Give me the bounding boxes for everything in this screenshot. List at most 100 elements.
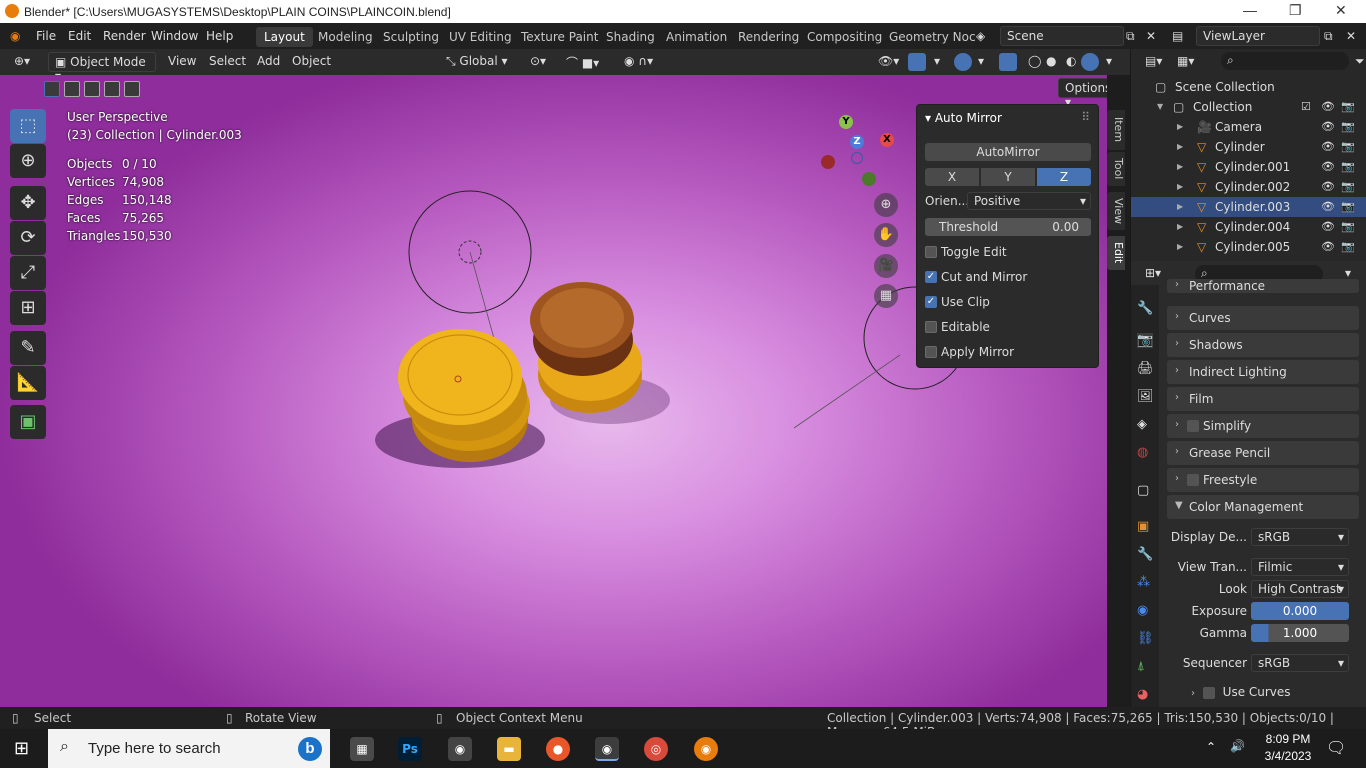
media-app-icon[interactable]: ◉ (448, 737, 472, 761)
workspace-tab-uv-editing[interactable]: UV Editing (441, 27, 520, 47)
new-viewlayer-icon[interactable]: ⧉ (1324, 29, 1333, 44)
auto-mirror-header[interactable]: ▾ Auto Mirror (925, 111, 1002, 125)
close-button[interactable]: ✕ (1335, 2, 1347, 19)
visibility-icon[interactable]: 👁▾ (872, 52, 905, 72)
expand-arrow-icon[interactable]: ▶ (1177, 162, 1183, 171)
gizmo-neg-z[interactable] (851, 152, 863, 164)
blender-active-app-icon[interactable]: ◉ (595, 737, 619, 761)
workspace-tab-compositing[interactable]: Compositing (799, 27, 890, 47)
expand-arrow-icon[interactable]: ▶ (1177, 222, 1183, 231)
panel-freestyle[interactable]: › Freestyle (1167, 468, 1359, 492)
toggle-edit-checkbox[interactable] (925, 246, 937, 258)
axis-y-button[interactable]: Y (981, 168, 1035, 186)
view-transform-dropdown[interactable]: Filmic ▾ (1251, 558, 1349, 576)
mode-dropdown[interactable]: ▣ Object Mode ▾ (48, 52, 156, 83)
menu-edit[interactable]: Edit (68, 29, 91, 43)
material-tab-icon[interactable]: ◕ (1137, 687, 1148, 702)
sidebar-tab-item[interactable]: Item (1107, 110, 1125, 150)
outliner-item[interactable]: ▶ ▽ Cylinder 👁 📷 (1131, 137, 1366, 157)
checkbox-icon[interactable]: ☑ (1301, 100, 1313, 113)
expand-arrow-icon[interactable]: ▶ (1177, 122, 1183, 131)
firefox-app-icon[interactable]: ● (546, 737, 570, 761)
scene-tab-icon[interactable]: ◈ (1137, 417, 1147, 432)
exposure-slider[interactable]: 0.000 (1251, 602, 1349, 620)
notification-icon[interactable]: 🗨 (1326, 738, 1346, 757)
object-tab-icon[interactable]: ▣ (1137, 519, 1149, 534)
overlay-toggle-icon[interactable] (954, 53, 972, 71)
editable-checkbox[interactable] (925, 321, 937, 333)
panel-color-management[interactable]: ▼ Color Management (1167, 495, 1359, 519)
workspace-tab-sculpting[interactable]: Sculpting (375, 27, 447, 47)
eye-icon[interactable]: 👁 (1321, 220, 1335, 233)
workspace-tab-animation[interactable]: Animation (658, 27, 735, 47)
volume-icon[interactable]: 🔊 (1230, 739, 1245, 753)
orientation-dropdown[interactable]: Positive ▾ (967, 192, 1091, 210)
camera-view-icon[interactable]: 🎥 (874, 254, 898, 278)
outliner-item[interactable]: ▶ 🎥 Camera 👁 📷 (1131, 117, 1366, 137)
blender-menu-icon[interactable]: ◉ (10, 29, 20, 43)
world-tab-icon[interactable]: ◍ (1137, 445, 1148, 460)
new-scene-icon[interactable]: ⧉ (1126, 29, 1135, 44)
scene-icon[interactable]: ◈ (976, 29, 985, 43)
ortho-grid-icon[interactable]: ▦ (874, 284, 898, 308)
menu-render[interactable]: Render (103, 29, 146, 43)
3d-viewport[interactable]: Options ▾ ⬚ ⊕ ✥ ⟳ ⤢ ⊞ ✎ 📐 ▣ User Perspec… (0, 75, 1107, 707)
outliner-item[interactable]: ▶ ▽ Cylinder.003 👁 📷 (1131, 197, 1366, 217)
panel-curves[interactable]: › Curves (1167, 306, 1359, 330)
workspace-tab-shading[interactable]: Shading (598, 27, 663, 47)
outliner-item[interactable]: ▶ ▽ Cylinder.002 👁 📷 (1131, 177, 1366, 197)
collection-tab-icon[interactable]: ▢ (1137, 483, 1149, 498)
properties-editor-icon[interactable]: ⊞▾ (1145, 266, 1161, 280)
transform-orientation-dropdown[interactable]: ⤡ Global ▾ (440, 52, 514, 72)
menu-file[interactable]: File (36, 29, 56, 43)
outliner-collection[interactable]: ▼ ▢ Collection ☑ 👁 📷 (1131, 97, 1366, 117)
camera-render-icon[interactable]: 📷 (1341, 140, 1355, 153)
sequencer-dropdown[interactable]: sRGB ▾ (1251, 654, 1349, 672)
calculator-app-icon[interactable]: ▦ (350, 737, 374, 761)
axis-z-button[interactable]: Z (1037, 168, 1091, 186)
eye-icon[interactable]: 👁 (1321, 180, 1335, 193)
eye-icon[interactable]: 👁 (1321, 240, 1335, 253)
eye-icon[interactable]: 👁 (1321, 160, 1335, 173)
expand-arrow-icon[interactable]: ▶ (1177, 202, 1183, 211)
panel-film[interactable]: › Film (1167, 387, 1359, 411)
taskbar-time[interactable]: 8:09 PM (1256, 732, 1320, 746)
sidebar-tab-view[interactable]: View (1107, 192, 1125, 230)
panel-drag-handle-icon[interactable]: ⠿ (1081, 110, 1090, 124)
camera-render-icon[interactable]: 📷 (1341, 220, 1355, 233)
minimize-button[interactable]: — (1243, 2, 1257, 18)
workspace-tab-texture-paint[interactable]: Texture Paint (513, 27, 606, 47)
rendered-shading-icon[interactable] (1081, 53, 1099, 71)
gizmo-neg-y[interactable] (862, 172, 876, 186)
editor-type-icon[interactable]: ⊕▾ (8, 52, 36, 72)
menu-object[interactable]: Object (286, 52, 337, 72)
scene-selector[interactable]: Scene (1000, 26, 1124, 46)
workspace-tab-rendering[interactable]: Rendering (730, 27, 807, 47)
expand-arrow-icon[interactable]: ▶ (1177, 142, 1183, 151)
camera-render-icon[interactable]: 📷 (1341, 240, 1355, 253)
viewlayer-selector[interactable]: ViewLayer (1196, 26, 1320, 46)
gizmo-x-axis[interactable]: X (880, 133, 894, 147)
proportional-edit-icon[interactable]: ◉ ∩▾ (618, 52, 659, 72)
camera-render-icon[interactable]: 📷 (1341, 160, 1355, 173)
panel-indirect-lighting[interactable]: › Indirect Lighting (1167, 360, 1359, 384)
eye-icon[interactable]: 👁 (1321, 120, 1335, 133)
eye-icon[interactable]: 👁 (1321, 140, 1335, 153)
camera-render-icon[interactable]: 📷 (1341, 200, 1355, 213)
material-shading-icon[interactable]: ◐ (1060, 52, 1082, 72)
panel-grease-pencil[interactable]: › Grease Pencil (1167, 441, 1359, 465)
outliner-filter-icon[interactable]: ▦▾ (1177, 54, 1194, 68)
sidebar-tab-edit[interactable]: Edit (1107, 236, 1125, 270)
eye-icon[interactable]: 👁 (1321, 100, 1335, 113)
gizmo-dropdown-icon[interactable]: ▾ (928, 52, 946, 72)
menu-window[interactable]: Window (151, 29, 198, 43)
bing-icon[interactable]: b (298, 737, 322, 761)
file-explorer-icon[interactable]: ▬ (497, 737, 521, 761)
tool-tab-icon[interactable]: 🔧 (1137, 301, 1153, 316)
expand-arrow-icon[interactable]: ▼ (1157, 102, 1163, 111)
menu-add[interactable]: Add (251, 52, 286, 72)
expand-arrow-icon[interactable]: ▶ (1177, 182, 1183, 191)
gizmo-z-axis[interactable]: Z (850, 135, 864, 149)
blender-app-icon[interactable]: ◉ (694, 737, 718, 761)
outliner-item[interactable]: ▶ ▽ Cylinder.004 👁 📷 (1131, 217, 1366, 237)
